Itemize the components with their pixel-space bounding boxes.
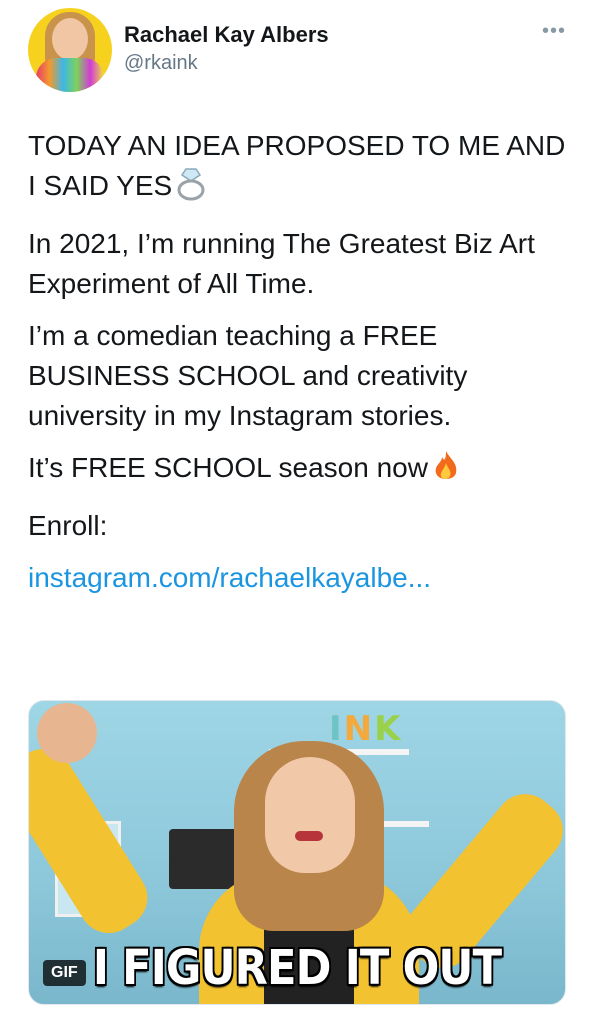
lips (295, 831, 323, 841)
ring-icon (176, 167, 206, 212)
tweet-paragraph: I’m a comedian teaching a FREE BUSINESS … (28, 320, 468, 431)
fire-icon (432, 449, 460, 494)
gif-media[interactable]: INK I FIGURED IT OUT GIF (28, 700, 566, 1005)
avatar-face (52, 18, 88, 60)
author-handle[interactable]: @rkaink (124, 52, 198, 75)
instagram-link[interactable]: instagram.com/rachaelkayalbe... (28, 558, 568, 598)
tweet-paragraph: In 2021, I’m running The Greatest Biz Ar… (28, 228, 535, 299)
avatar-jacket (36, 58, 104, 92)
author-name[interactable]: Rachael Kay Albers (124, 22, 329, 48)
more-horizontal-icon[interactable]: ••• (542, 20, 566, 43)
avatar[interactable] (28, 8, 112, 92)
left-hand (37, 703, 97, 763)
gif-caption: I FIGURED IT OUT (92, 940, 502, 996)
gif-badge: GIF (43, 960, 86, 986)
face (265, 757, 355, 873)
tweet-paragraph: It’s FREE SCHOOL season now (28, 448, 568, 494)
tweet-text: TODAY AN IDEA PROPOSED TO ME AND I SAID … (28, 126, 568, 610)
ink-sign: INK (329, 709, 403, 749)
tweet-paragraph: Enroll: (28, 510, 108, 541)
tweet-header: Rachael Kay Albers @rkaink ••• (28, 8, 568, 100)
tweet-paragraph: TODAY AN IDEA PROPOSED TO ME AND I SAID … (28, 126, 568, 212)
